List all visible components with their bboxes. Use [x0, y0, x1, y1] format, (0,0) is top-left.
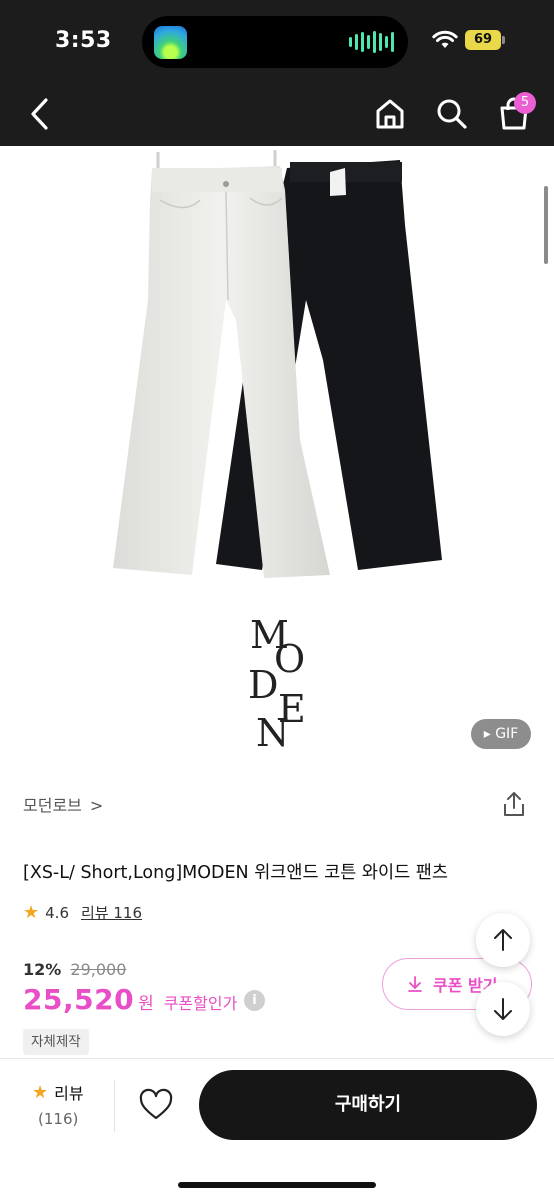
review-tab[interactable]: ★ 리뷰 (116): [22, 1074, 102, 1134]
original-price: 29,000: [70, 960, 127, 979]
rating-row: ★ 4.6 리뷰 116: [23, 902, 142, 923]
cart-count-badge: 5: [514, 92, 536, 114]
brand-link[interactable]: 모던로브 >: [23, 792, 103, 816]
review-tab-title: ★ 리뷰: [32, 1080, 84, 1104]
audio-wave-icon: [349, 30, 394, 54]
discount-rate: 12%: [23, 960, 62, 979]
share-icon[interactable]: [500, 790, 528, 818]
currency-label: 원: [138, 994, 154, 1014]
review-link[interactable]: 리뷰 116: [81, 902, 142, 923]
gif-badge[interactable]: ▸ GIF: [471, 719, 531, 749]
price-row: 25,520 원 쿠폰할인가: [23, 983, 237, 1016]
arrow-down-icon: [494, 998, 512, 1020]
scroll-top-button[interactable]: [476, 913, 530, 967]
discount-row: 12% 29,000: [23, 960, 126, 979]
rating-value: 4.6: [45, 903, 69, 922]
arrow-up-icon: [494, 929, 512, 951]
back-arrow-icon[interactable]: [22, 94, 58, 134]
heart-icon[interactable]: [138, 1088, 174, 1122]
moden-logo: M O D E N: [230, 612, 320, 752]
wifi-icon: [432, 30, 458, 48]
image-scrollbar[interactable]: [544, 186, 548, 264]
home-icon[interactable]: [372, 96, 408, 132]
top-bar: 3:53 69 5: [0, 0, 554, 146]
bottom-separator: [114, 1080, 115, 1132]
logo-letter: N: [256, 711, 290, 755]
review-tab-label: 리뷰: [54, 1084, 84, 1103]
status-time: 3:53: [55, 28, 112, 53]
dynamic-island: [142, 16, 408, 68]
battery-icon: 69: [465, 30, 505, 50]
bottom-bar-divider: [0, 1058, 554, 1059]
star-icon: ★: [23, 902, 40, 923]
sale-price: 25,520: [23, 983, 135, 1016]
live-activity-app-icon: [154, 26, 187, 59]
home-indicator: [178, 1182, 376, 1188]
brand-name: 모던로브: [23, 796, 82, 815]
product-tag: 자체제작: [23, 1029, 89, 1055]
logo-letter: D: [248, 663, 279, 707]
product-title: [XS-L/ Short,Long]MODEN 위크앤드 코튼 와이드 팬츠: [23, 863, 448, 883]
info-icon[interactable]: i: [244, 990, 265, 1011]
logo-letter: O: [274, 637, 306, 681]
review-tab-count: (116): [38, 1110, 79, 1128]
star-icon: ★: [32, 1081, 49, 1103]
search-icon[interactable]: [434, 96, 470, 132]
buy-button[interactable]: 구매하기: [199, 1070, 537, 1140]
download-icon: [408, 976, 422, 992]
chevron-right-icon: >: [89, 796, 104, 815]
scroll-bottom-button[interactable]: [476, 982, 530, 1036]
coupon-price-label: 쿠폰할인가: [163, 994, 238, 1013]
